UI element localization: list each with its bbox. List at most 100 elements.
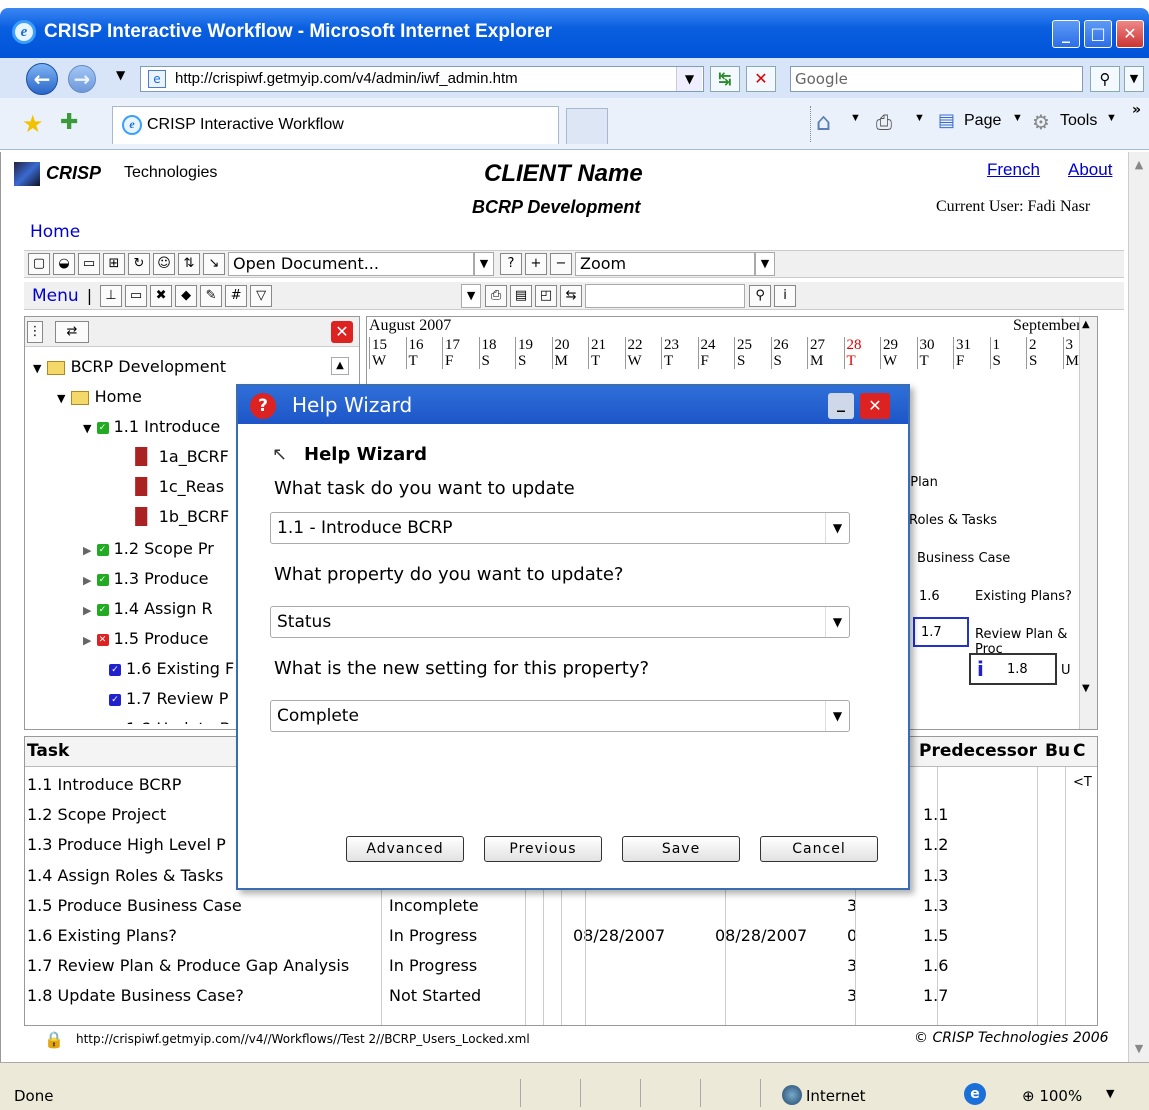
- zoom-out-icon[interactable]: −: [550, 253, 572, 275]
- property-select[interactable]: Status ▼: [270, 606, 850, 638]
- url-input[interactable]: http://crispiwf.getmyip.com/v4/admin/iwf…: [140, 66, 704, 92]
- view-dropdown-icon[interactable]: ▼: [461, 283, 482, 308]
- chevron-down-icon[interactable]: ▼: [825, 607, 849, 637]
- open-document-select[interactable]: Open Document...: [228, 252, 474, 276]
- history-dropdown-icon[interactable]: ▼: [116, 68, 125, 82]
- column-header-predecessor[interactable]: Predecessor: [919, 741, 1037, 761]
- tab-crisp[interactable]: CRISP Interactive Workflow: [112, 106, 559, 144]
- wand-icon[interactable]: ↘: [203, 253, 225, 275]
- org-chart-icon[interactable]: ⊥: [100, 284, 123, 307]
- column-header-task[interactable]: Task: [27, 741, 69, 761]
- cancel-button[interactable]: Cancel: [760, 836, 878, 862]
- setting-select[interactable]: Complete ▼: [270, 700, 850, 732]
- url-dropdown-icon[interactable]: ▼: [676, 67, 702, 91]
- back-icon[interactable]: ←: [26, 63, 58, 95]
- tree-item-doc-1c[interactable]: ▐▌ 1c_Reas: [129, 477, 224, 496]
- tree-item-1-4[interactable]: ▶ ✓ 1.4 Assign R: [83, 599, 213, 618]
- new-tab-button[interactable]: [566, 108, 608, 144]
- tree-scroll-up-icon[interactable]: ▲: [331, 357, 349, 375]
- open-document-dropdown-icon[interactable]: ▼: [474, 252, 494, 276]
- tree-item-doc-1a[interactable]: ▐▌ 1a_BCRF: [129, 447, 229, 466]
- gantt-scroll-up-icon[interactable]: ▲: [1082, 319, 1090, 330]
- tree-item-1-1[interactable]: ▼ ✓ 1.1 Introduce: [83, 417, 220, 436]
- structure-icon[interactable]: ⊞: [103, 253, 125, 275]
- home-icon[interactable]: ⌂: [816, 108, 831, 136]
- save-button[interactable]: Save: [622, 836, 740, 862]
- dialog-close-button[interactable]: ✕: [860, 393, 890, 419]
- protected-mode-icon[interactable]: e: [964, 1083, 986, 1105]
- menu-link[interactable]: Menu: [32, 286, 79, 306]
- tree-item-1-6[interactable]: ✓ 1.6 Existing F: [109, 659, 234, 678]
- folder-icon[interactable]: ▭: [78, 253, 100, 275]
- page-scrollbar[interactable]: ▲ ▼: [1128, 152, 1149, 1062]
- tree-item-1-7[interactable]: ✓ 1.7 Review P: [109, 689, 228, 708]
- task-select[interactable]: 1.1 - Introduce BCRP ▼: [270, 512, 850, 544]
- zoom-dropdown-icon[interactable]: ▼: [755, 252, 775, 276]
- column-header-bu[interactable]: Bu: [1045, 741, 1070, 761]
- gantt-task-1-8[interactable]: i 1.8: [969, 653, 1057, 685]
- french-link[interactable]: French: [987, 160, 1040, 180]
- advanced-button[interactable]: Advanced: [346, 836, 464, 862]
- page-dropdown-icon[interactable]: ▼: [1012, 112, 1023, 124]
- print-dropdown-icon[interactable]: ▼: [914, 112, 925, 124]
- zoom-dropdown-icon[interactable]: ▼: [1106, 1087, 1114, 1100]
- home-dropdown-icon[interactable]: ▼: [850, 112, 861, 124]
- tree-option-icon[interactable]: ⋮: [27, 321, 43, 343]
- chevron-down-icon[interactable]: ▼: [825, 701, 849, 731]
- dialog-minimize-button[interactable]: _: [828, 393, 854, 419]
- tree-item-1-3[interactable]: ▶ ✓ 1.3 Produce: [83, 569, 208, 588]
- shapes-icon[interactable]: ◆: [175, 284, 198, 307]
- print-icon[interactable]: ⎙: [876, 110, 892, 134]
- tree-item-home[interactable]: ▼ Home: [57, 387, 142, 406]
- document-icon[interactable]: ▤: [510, 284, 533, 307]
- tree-item-1-8[interactable]: ✓ 1.8 Update B: [109, 719, 231, 724]
- export-icon[interactable]: ⇆: [560, 284, 583, 307]
- info-icon[interactable]: i: [774, 284, 797, 307]
- scroll-up-icon[interactable]: ▲: [1131, 158, 1147, 174]
- chevron-right-icon[interactable]: »: [1132, 102, 1141, 118]
- gantt-scroll-down-icon[interactable]: ▼: [1082, 683, 1090, 694]
- about-link[interactable]: About: [1068, 160, 1112, 180]
- column-header-c[interactable]: C: [1073, 741, 1085, 761]
- favorites-star-icon[interactable]: ★: [22, 110, 44, 138]
- edit-icon[interactable]: ✎: [200, 284, 223, 307]
- refresh-doc-icon[interactable]: ↻: [128, 253, 150, 275]
- open-icon[interactable]: ◒: [53, 253, 75, 275]
- refresh-icon[interactable]: ↹: [710, 66, 740, 92]
- preview-icon[interactable]: ◰: [535, 284, 558, 307]
- stop-icon[interactable]: ✕: [746, 66, 776, 92]
- find-input[interactable]: [585, 283, 746, 308]
- zoom-in-icon[interactable]: +: [525, 253, 547, 275]
- sort-icon[interactable]: ⇅: [178, 253, 200, 275]
- tools-dropdown-icon[interactable]: ▼: [1106, 112, 1117, 124]
- close-window-button[interactable]: ✕: [1116, 20, 1144, 48]
- forward-icon[interactable]: →: [68, 65, 96, 93]
- tools-menu[interactable]: Tools: [1060, 112, 1097, 130]
- search-options-icon[interactable]: ▼: [1124, 66, 1144, 92]
- chevron-down-icon[interactable]: ▼: [825, 513, 849, 543]
- tree-item-1-2[interactable]: ▶ ✓ 1.2 Scope Pr: [83, 539, 214, 558]
- find-icon[interactable]: ⚲: [749, 284, 772, 307]
- help-icon[interactable]: ?: [500, 253, 522, 275]
- tree-item-doc-1b[interactable]: ▐▌ 1b_BCRF: [129, 507, 229, 526]
- new-document-icon[interactable]: ▢: [28, 253, 50, 275]
- scroll-down-icon[interactable]: ▼: [1131, 1042, 1147, 1058]
- zoom-select[interactable]: Zoom: [575, 252, 755, 276]
- previous-button[interactable]: Previous: [484, 836, 602, 862]
- filter-icon[interactable]: ▽: [250, 284, 273, 307]
- tree-item-1-5[interactable]: ▶ ✕ 1.5 Produce: [83, 629, 208, 648]
- search-icon[interactable]: ⚲: [1090, 66, 1120, 92]
- window-icon[interactable]: ▭: [125, 284, 148, 307]
- users-icon[interactable]: ☺: [153, 253, 175, 275]
- gantt-task-1-7[interactable]: 1.7: [913, 617, 969, 647]
- printer-icon[interactable]: ⎙: [485, 284, 508, 307]
- grid-icon[interactable]: #: [225, 284, 248, 307]
- tree-item-root[interactable]: ▼ BCRP Development: [33, 357, 226, 376]
- add-favorite-icon[interactable]: ✚: [60, 110, 78, 135]
- page-menu[interactable]: Page: [964, 112, 1001, 130]
- tools-icon[interactable]: ✖: [150, 284, 173, 307]
- maximize-button[interactable]: □: [1084, 20, 1112, 48]
- search-input[interactable]: Google: [790, 66, 1083, 92]
- home-link[interactable]: Home: [30, 222, 80, 242]
- gantt-scrollbar[interactable]: ▲ ▼: [1079, 317, 1097, 729]
